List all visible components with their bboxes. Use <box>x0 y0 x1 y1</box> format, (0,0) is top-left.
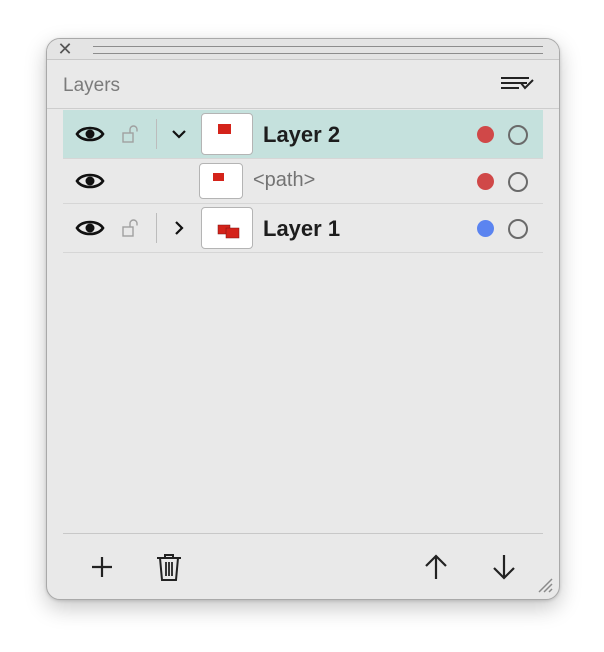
arrow-down-icon[interactable] <box>489 551 519 583</box>
path-color-swatch[interactable] <box>477 173 494 190</box>
title-bar[interactable]: ✕ <box>47 39 559 60</box>
eye-icon[interactable] <box>75 123 105 145</box>
layer-row-layer-1[interactable]: Layer 1 <box>63 204 543 253</box>
panel-header: Layers <box>47 60 559 109</box>
thumbnail-art <box>218 124 231 134</box>
drag-grip[interactable] <box>93 46 543 54</box>
target-circle-icon[interactable] <box>508 125 528 145</box>
layer-thumbnail <box>201 207 253 249</box>
layer-color-swatch[interactable] <box>477 126 494 143</box>
eye-icon[interactable] <box>75 217 105 239</box>
unlock-icon[interactable] <box>121 124 141 144</box>
layer-row-path[interactable]: <path> <box>63 159 543 204</box>
layers-list: Layer 2 <path> Layer 1 <box>63 110 543 253</box>
chevron-right-icon[interactable] <box>169 218 189 238</box>
target-circle-icon[interactable] <box>508 219 528 239</box>
layer-name[interactable]: Layer 2 <box>263 122 340 148</box>
path-name[interactable]: <path> <box>253 169 315 192</box>
close-icon[interactable]: ✕ <box>57 39 73 59</box>
separator <box>156 119 157 149</box>
eye-icon[interactable] <box>75 170 105 192</box>
panel-title: Layers <box>63 75 121 96</box>
resize-grip-icon[interactable] <box>537 577 553 593</box>
separator <box>156 213 157 243</box>
thumbnail-art <box>213 173 224 181</box>
layer-row-layer-2[interactable]: Layer 2 <box>63 110 543 159</box>
arrow-up-icon[interactable] <box>421 551 451 583</box>
path-thumbnail <box>199 163 243 199</box>
target-circle-icon[interactable] <box>508 172 528 192</box>
trash-icon[interactable] <box>154 551 184 583</box>
layer-thumbnail <box>201 113 253 155</box>
unlock-icon[interactable] <box>121 218 141 238</box>
layer-color-swatch[interactable] <box>477 220 494 237</box>
plus-icon[interactable] <box>87 551 117 583</box>
thumbnail-art <box>217 224 240 239</box>
chevron-down-icon[interactable] <box>169 124 189 144</box>
footer-divider <box>63 533 543 534</box>
layers-panel: ✕ Layers Layer 2 <path> Layer 1 <box>46 38 560 600</box>
list-check-menu-icon[interactable] <box>499 72 535 96</box>
layer-name[interactable]: Layer 1 <box>263 216 340 242</box>
